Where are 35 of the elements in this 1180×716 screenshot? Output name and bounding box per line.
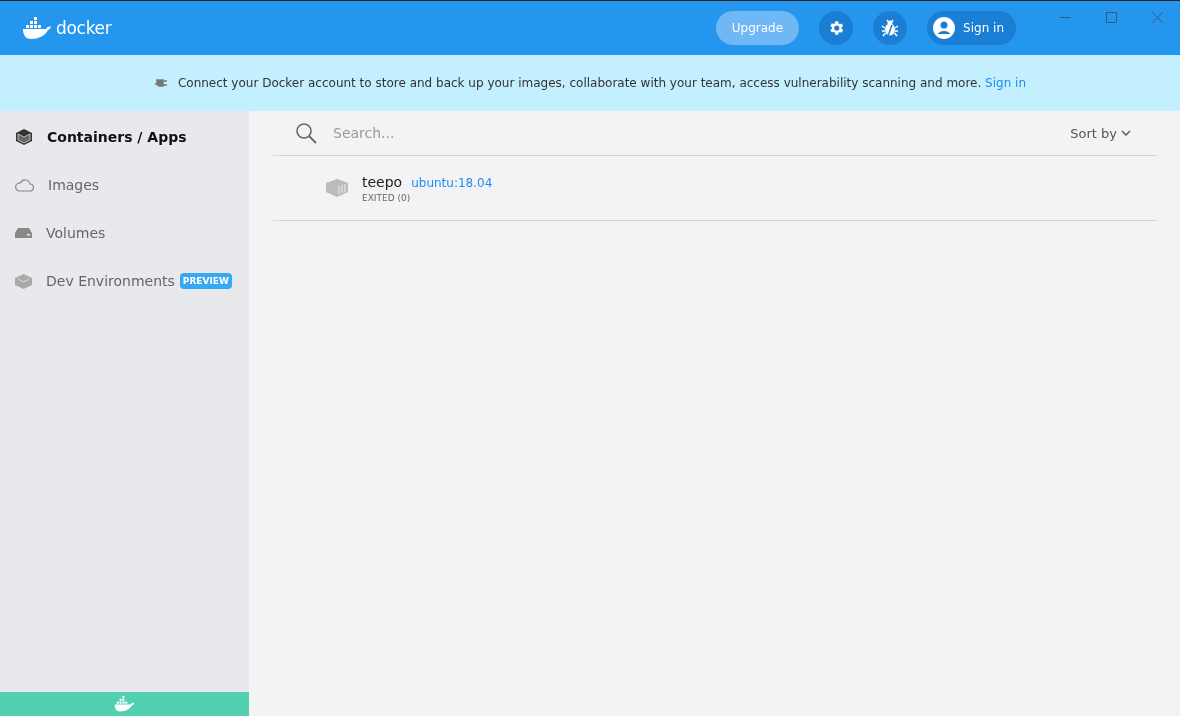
sign-in-link[interactable]: Sign in [985,76,1027,90]
maximize-icon [1105,11,1117,23]
sidebar-label: Containers / Apps [47,129,187,145]
container-status: EXITED (0) [362,192,412,203]
drive-icon [15,228,32,238]
sidebar-item[interactable]: Images [0,161,249,209]
sort-button[interactable]: Sort by [1070,125,1131,141]
sidebar-label: Dev Environments [46,273,175,289]
search-field[interactable]: Search... [331,124,1057,142]
sidebar-item[interactable]: Volumes [0,209,249,257]
bug-icon [880,18,901,38]
minimize-icon [1059,16,1071,18]
whale-icon [114,696,135,712]
troubleshoot-button[interactable] [873,11,908,45]
user-icon [933,17,956,39]
container-icon [326,179,348,197]
logo-text: docker [56,18,112,38]
chevron-icon [1121,130,1131,136]
sidebar-item[interactable]: Containers / Apps [0,113,249,161]
settings-button[interactable] [819,11,854,45]
container-name: teepo [362,173,403,190]
close-icon [1151,11,1163,23]
preview-badge: PREVIEW [179,273,232,289]
sign-in-button[interactable]: Sign in [927,11,1016,45]
whale-icon [22,17,52,39]
layers-icon [15,273,32,289]
banner-message: Connect your Docker account to store and back up your images, collaborate with your team, access vulnerability scanning and more. Sign in [177,76,1027,90]
sidebar-label: Volumes [46,225,106,241]
cloud-icon [15,178,34,192]
image-link[interactable]: ubuntu:18.04 [411,175,493,190]
cube-icon [15,128,33,146]
search-icon [295,122,317,144]
sidebar-item[interactable]: Dev Environments PREVIEW [0,257,249,305]
plug-icon [153,76,168,90]
sidebar-label: Images [48,177,100,193]
